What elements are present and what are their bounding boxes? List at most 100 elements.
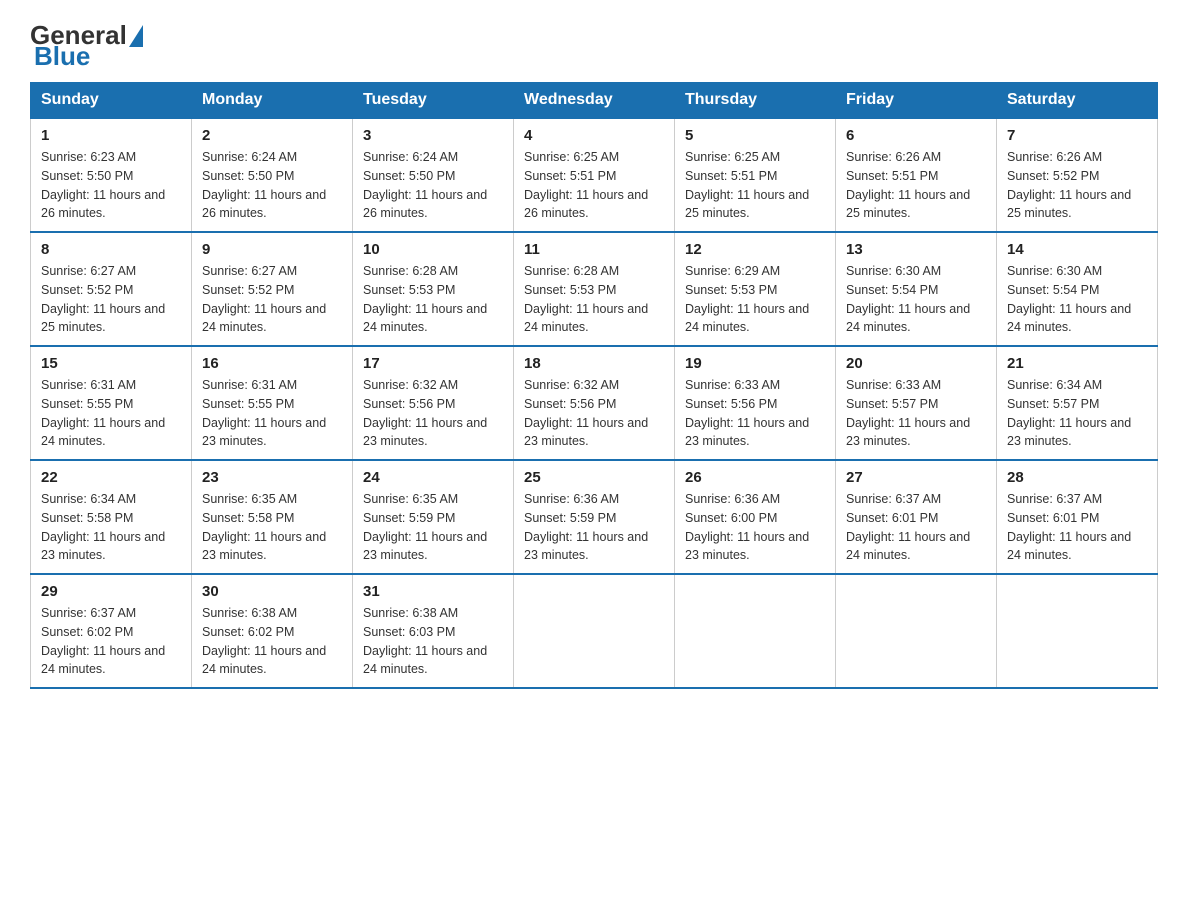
day-info: Sunrise: 6:32 AMSunset: 5:56 PMDaylight:… bbox=[524, 376, 664, 451]
cell-week2-day3: 11 Sunrise: 6:28 AMSunset: 5:53 PMDayligh… bbox=[514, 232, 675, 346]
day-number: 19 bbox=[685, 355, 825, 372]
cell-week4-day3: 25 Sunrise: 6:36 AMSunset: 5:59 PMDayligh… bbox=[514, 460, 675, 574]
cell-week3-day1: 16 Sunrise: 6:31 AMSunset: 5:55 PMDayligh… bbox=[192, 346, 353, 460]
cell-week1-day5: 6 Sunrise: 6:26 AMSunset: 5:51 PMDaylight… bbox=[836, 118, 997, 232]
day-number: 3 bbox=[363, 127, 503, 144]
cell-week1-day1: 2 Sunrise: 6:24 AMSunset: 5:50 PMDaylight… bbox=[192, 118, 353, 232]
day-info: Sunrise: 6:34 AMSunset: 5:57 PMDaylight:… bbox=[1007, 376, 1147, 451]
header-thursday: Thursday bbox=[675, 83, 836, 119]
cell-week1-day6: 7Sunrise: 6:26 AMSunset: 5:52 PMDaylight… bbox=[997, 118, 1158, 232]
day-number: 5 bbox=[685, 127, 825, 144]
day-info: Sunrise: 6:33 AMSunset: 5:56 PMDaylight:… bbox=[685, 376, 825, 451]
day-info: Sunrise: 6:30 AMSunset: 5:54 PMDaylight:… bbox=[1007, 262, 1147, 337]
day-number: 9 bbox=[202, 241, 342, 258]
cell-week2-day0: 8Sunrise: 6:27 AMSunset: 5:52 PMDaylight… bbox=[31, 232, 192, 346]
cell-week4-day4: 26Sunrise: 6:36 AMSunset: 6:00 PMDayligh… bbox=[675, 460, 836, 574]
header-friday: Friday bbox=[836, 83, 997, 119]
cell-week2-day5: 13 Sunrise: 6:30 AMSunset: 5:54 PMDayligh… bbox=[836, 232, 997, 346]
day-info: Sunrise: 6:27 AMSunset: 5:52 PMDaylight:… bbox=[202, 262, 342, 337]
day-info: Sunrise: 6:24 AMSunset: 5:50 PMDaylight:… bbox=[363, 148, 503, 223]
cell-week3-day0: 15 Sunrise: 6:31 AMSunset: 5:55 PMDayligh… bbox=[31, 346, 192, 460]
header-wednesday: Wednesday bbox=[514, 83, 675, 119]
day-number: 18 bbox=[524, 355, 664, 372]
day-number: 27 bbox=[846, 469, 986, 486]
cell-week5-day6 bbox=[997, 574, 1158, 688]
day-info: Sunrise: 6:35 AMSunset: 5:58 PMDaylight:… bbox=[202, 490, 342, 565]
day-info: Sunrise: 6:33 AMSunset: 5:57 PMDaylight:… bbox=[846, 376, 986, 451]
page-header: General Blue bbox=[30, 20, 1158, 72]
day-info: Sunrise: 6:32 AMSunset: 5:56 PMDaylight:… bbox=[363, 376, 503, 451]
cell-week2-day4: 12 Sunrise: 6:29 AMSunset: 5:53 PMDayligh… bbox=[675, 232, 836, 346]
day-info: Sunrise: 6:25 AMSunset: 5:51 PMDaylight:… bbox=[685, 148, 825, 223]
cell-week5-day2: 31Sunrise: 6:38 AMSunset: 6:03 PMDayligh… bbox=[353, 574, 514, 688]
day-number: 10 bbox=[363, 241, 503, 258]
day-info: Sunrise: 6:28 AMSunset: 5:53 PMDaylight:… bbox=[363, 262, 503, 337]
header-row: SundayMondayTuesdayWednesdayThursdayFrid… bbox=[31, 83, 1158, 119]
day-info: Sunrise: 6:37 AMSunset: 6:02 PMDaylight:… bbox=[41, 604, 181, 679]
cell-week2-day6: 14Sunrise: 6:30 AMSunset: 5:54 PMDayligh… bbox=[997, 232, 1158, 346]
day-number: 31 bbox=[363, 583, 503, 600]
day-number: 11 bbox=[524, 241, 664, 258]
day-info: Sunrise: 6:35 AMSunset: 5:59 PMDaylight:… bbox=[363, 490, 503, 565]
cell-week4-day0: 22Sunrise: 6:34 AMSunset: 5:58 PMDayligh… bbox=[31, 460, 192, 574]
day-number: 25 bbox=[524, 469, 664, 486]
week-row-2: 8Sunrise: 6:27 AMSunset: 5:52 PMDaylight… bbox=[31, 232, 1158, 346]
cell-week5-day1: 30 Sunrise: 6:38 AMSunset: 6:02 PMDayligh… bbox=[192, 574, 353, 688]
day-info: Sunrise: 6:24 AMSunset: 5:50 PMDaylight:… bbox=[202, 148, 342, 223]
header-tuesday: Tuesday bbox=[353, 83, 514, 119]
day-info: Sunrise: 6:29 AMSunset: 5:53 PMDaylight:… bbox=[685, 262, 825, 337]
header-monday: Monday bbox=[192, 83, 353, 119]
day-number: 13 bbox=[846, 241, 986, 258]
day-info: Sunrise: 6:25 AMSunset: 5:51 PMDaylight:… bbox=[524, 148, 664, 223]
day-number: 30 bbox=[202, 583, 342, 600]
cell-week4-day1: 23Sunrise: 6:35 AMSunset: 5:58 PMDayligh… bbox=[192, 460, 353, 574]
day-number: 17 bbox=[363, 355, 503, 372]
day-info: Sunrise: 6:37 AMSunset: 6:01 PMDaylight:… bbox=[1007, 490, 1147, 565]
logo-blue-text: Blue bbox=[32, 41, 90, 72]
day-info: Sunrise: 6:31 AMSunset: 5:55 PMDaylight:… bbox=[202, 376, 342, 451]
header-saturday: Saturday bbox=[997, 83, 1158, 119]
cell-week4-day2: 24 Sunrise: 6:35 AMSunset: 5:59 PMDayligh… bbox=[353, 460, 514, 574]
cell-week1-day0: 1 Sunrise: 6:23 AMSunset: 5:50 PMDaylight… bbox=[31, 118, 192, 232]
cell-week3-day2: 17 Sunrise: 6:32 AMSunset: 5:56 PMDayligh… bbox=[353, 346, 514, 460]
cell-week5-day3 bbox=[514, 574, 675, 688]
day-info: Sunrise: 6:38 AMSunset: 6:02 PMDaylight:… bbox=[202, 604, 342, 679]
day-info: Sunrise: 6:23 AMSunset: 5:50 PMDaylight:… bbox=[41, 148, 181, 223]
logo: General Blue bbox=[30, 20, 145, 72]
day-number: 21 bbox=[1007, 355, 1147, 372]
week-row-3: 15 Sunrise: 6:31 AMSunset: 5:55 PMDayligh… bbox=[31, 346, 1158, 460]
calendar-table: SundayMondayTuesdayWednesdayThursdayFrid… bbox=[30, 82, 1158, 689]
cell-week1-day4: 5 Sunrise: 6:25 AMSunset: 5:51 PMDaylight… bbox=[675, 118, 836, 232]
day-info: Sunrise: 6:28 AMSunset: 5:53 PMDaylight:… bbox=[524, 262, 664, 337]
cell-week5-day0: 29Sunrise: 6:37 AMSunset: 6:02 PMDayligh… bbox=[31, 574, 192, 688]
day-info: Sunrise: 6:31 AMSunset: 5:55 PMDaylight:… bbox=[41, 376, 181, 451]
cell-week5-day5 bbox=[836, 574, 997, 688]
day-number: 6 bbox=[846, 127, 986, 144]
day-number: 16 bbox=[202, 355, 342, 372]
day-number: 26 bbox=[685, 469, 825, 486]
day-info: Sunrise: 6:36 AMSunset: 5:59 PMDaylight:… bbox=[524, 490, 664, 565]
day-number: 1 bbox=[41, 127, 181, 144]
cell-week3-day6: 21 Sunrise: 6:34 AMSunset: 5:57 PMDayligh… bbox=[997, 346, 1158, 460]
day-number: 24 bbox=[363, 469, 503, 486]
header-sunday: Sunday bbox=[31, 83, 192, 119]
logo-triangle-icon bbox=[129, 25, 143, 47]
cell-week4-day6: 28Sunrise: 6:37 AMSunset: 6:01 PMDayligh… bbox=[997, 460, 1158, 574]
day-number: 2 bbox=[202, 127, 342, 144]
cell-week2-day1: 9 Sunrise: 6:27 AMSunset: 5:52 PMDaylight… bbox=[192, 232, 353, 346]
cell-week3-day5: 20Sunrise: 6:33 AMSunset: 5:57 PMDayligh… bbox=[836, 346, 997, 460]
cell-week5-day4 bbox=[675, 574, 836, 688]
week-row-4: 22Sunrise: 6:34 AMSunset: 5:58 PMDayligh… bbox=[31, 460, 1158, 574]
day-number: 15 bbox=[41, 355, 181, 372]
week-row-1: 1 Sunrise: 6:23 AMSunset: 5:50 PMDaylight… bbox=[31, 118, 1158, 232]
week-row-5: 29Sunrise: 6:37 AMSunset: 6:02 PMDayligh… bbox=[31, 574, 1158, 688]
day-number: 12 bbox=[685, 241, 825, 258]
cell-week1-day3: 4 Sunrise: 6:25 AMSunset: 5:51 PMDaylight… bbox=[514, 118, 675, 232]
day-info: Sunrise: 6:26 AMSunset: 5:52 PMDaylight:… bbox=[1007, 148, 1147, 223]
cell-week3-day3: 18 Sunrise: 6:32 AMSunset: 5:56 PMDayligh… bbox=[514, 346, 675, 460]
day-info: Sunrise: 6:27 AMSunset: 5:52 PMDaylight:… bbox=[41, 262, 181, 337]
day-info: Sunrise: 6:30 AMSunset: 5:54 PMDaylight:… bbox=[846, 262, 986, 337]
day-number: 4 bbox=[524, 127, 664, 144]
cell-week3-day4: 19 Sunrise: 6:33 AMSunset: 5:56 PMDayligh… bbox=[675, 346, 836, 460]
day-info: Sunrise: 6:26 AMSunset: 5:51 PMDaylight:… bbox=[846, 148, 986, 223]
